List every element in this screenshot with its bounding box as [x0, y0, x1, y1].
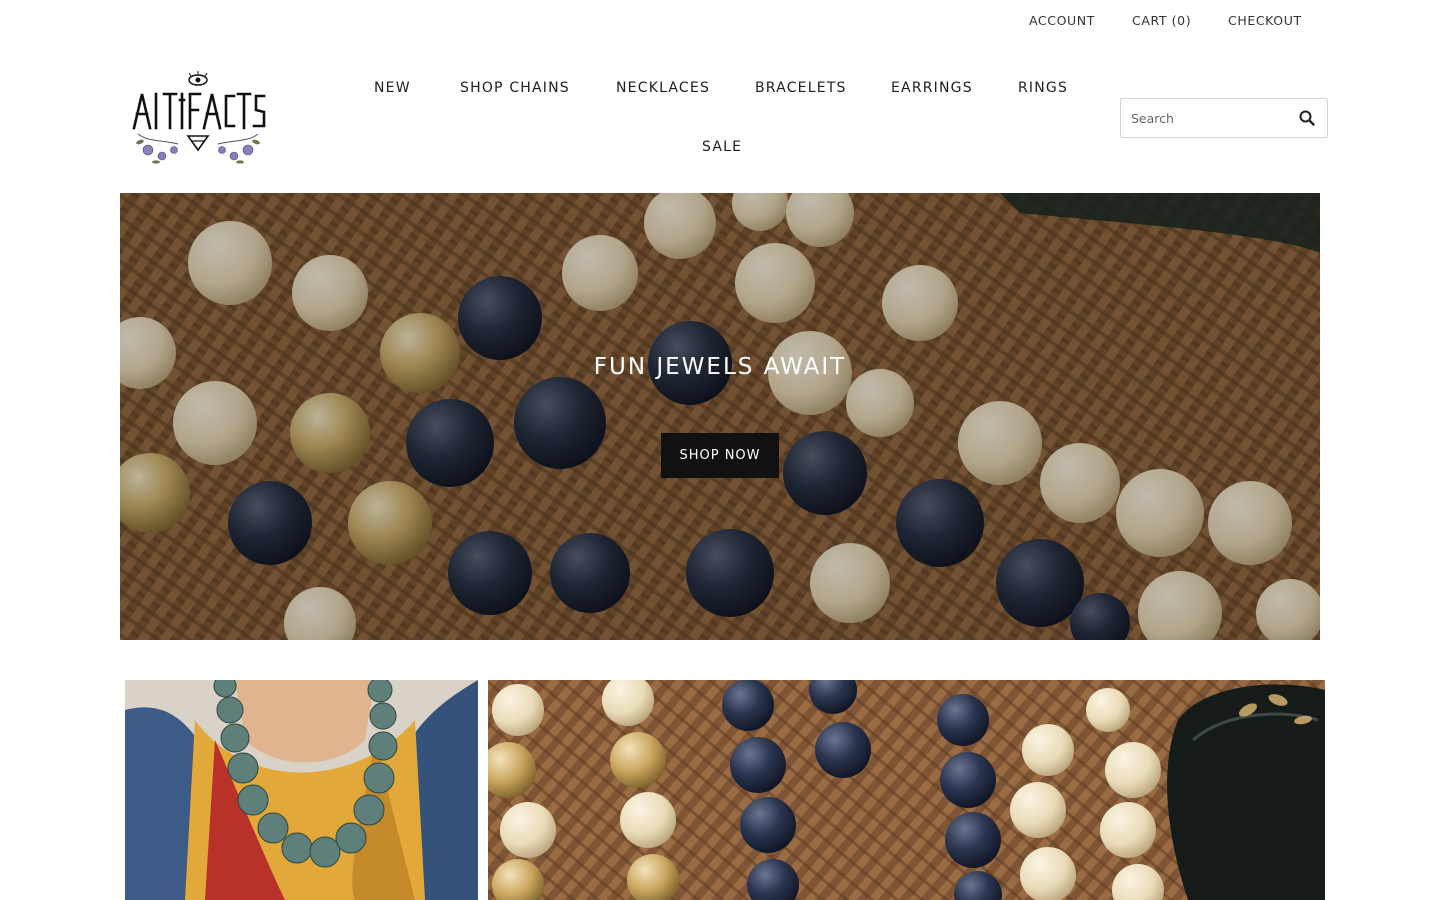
- nav-item-new[interactable]: NEW: [374, 80, 411, 96]
- nav-item-bracelets[interactable]: BRACELETS: [755, 80, 847, 96]
- nav-item-shop-chains[interactable]: SHOP CHAINS: [460, 80, 570, 96]
- nav-item-rings[interactable]: RINGS: [1018, 80, 1068, 96]
- checkout-link[interactable]: CHECKOUT: [1228, 13, 1302, 28]
- nav-item-necklaces[interactable]: NECKLACES: [616, 80, 710, 96]
- cart-link[interactable]: CART (0): [1132, 13, 1191, 28]
- shop-now-button[interactable]: SHOP NOW: [661, 433, 779, 478]
- account-link[interactable]: ACCOUNT: [1029, 13, 1095, 28]
- hero-banner: [120, 193, 1320, 640]
- collection-tile-beads[interactable]: [488, 680, 1325, 900]
- model-necklace-image: [125, 680, 478, 900]
- search-icon[interactable]: [1297, 108, 1317, 128]
- hero-image: [120, 193, 1320, 640]
- utility-bar: ACCOUNT CART (0) CHECKOUT: [0, 0, 1440, 40]
- brand-logo[interactable]: [128, 70, 268, 166]
- search-input[interactable]: [1121, 99, 1287, 137]
- hero-title: FUN JEWELS AWAIT: [593, 354, 847, 380]
- logo-image: [132, 71, 266, 164]
- collection-tile-model[interactable]: [125, 680, 478, 900]
- nav-item-earrings[interactable]: EARRINGS: [891, 80, 973, 96]
- nav-item-sale[interactable]: SALE: [702, 139, 742, 155]
- bead-bracelets-image: [488, 680, 1325, 900]
- search-box: [1120, 98, 1328, 138]
